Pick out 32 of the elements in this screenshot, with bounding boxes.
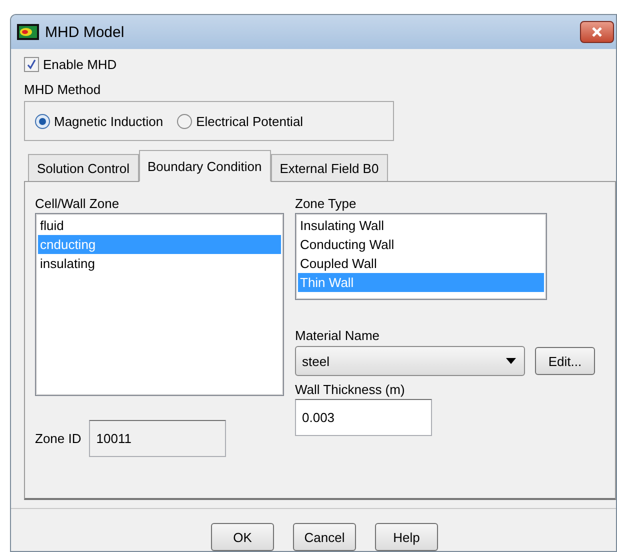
list-item[interactable]: Conducting Wall [298, 235, 544, 254]
tab[interactable]: External Field B0 [270, 154, 388, 181]
thickness-label: Wall Thickness (m) [295, 382, 406, 397]
thickness-field[interactable]: 0.003 [295, 399, 432, 436]
edit-button[interactable]: Edit... [535, 347, 595, 375]
material-label: Material Name [295, 328, 381, 343]
zone-type-label: Zone Type [295, 196, 358, 211]
zone-id-field[interactable]: 10011 [89, 420, 226, 457]
zone-id-label: Zone ID [35, 431, 82, 446]
list-item[interactable]: Coupled Wall [298, 254, 544, 273]
tab[interactable]: Solution Control [28, 154, 138, 181]
enable-label: Enable MHD [43, 57, 117, 72]
radio-button[interactable] [177, 114, 192, 128]
dialog-button[interactable]: Help [375, 523, 438, 551]
app-icon [17, 24, 39, 40]
method-label: MHD Method [24, 82, 102, 97]
tab[interactable]: Boundary Condition [138, 150, 271, 182]
list-item[interactable]: fluid [38, 216, 281, 235]
enable-checkbox[interactable] [24, 57, 39, 72]
material-dropdown[interactable]: steel [295, 346, 525, 376]
dialog-button[interactable]: Cancel [293, 523, 356, 551]
close-button[interactable] [580, 21, 614, 43]
dialog-button[interactable]: OK [211, 523, 274, 551]
radio-label: Electrical Potential [196, 114, 304, 128]
list-item[interactable]: Insulating Wall [298, 216, 544, 235]
radio-button[interactable] [35, 114, 50, 128]
close-icon [591, 26, 603, 38]
zone-list-label: Cell/Wall Zone [35, 196, 120, 211]
window-title: MHD Model [45, 24, 126, 40]
radio-label: Magnetic Induction [54, 114, 164, 128]
dropdown-arrow-icon [506, 358, 516, 364]
list-item[interactable]: insulating [38, 254, 281, 273]
